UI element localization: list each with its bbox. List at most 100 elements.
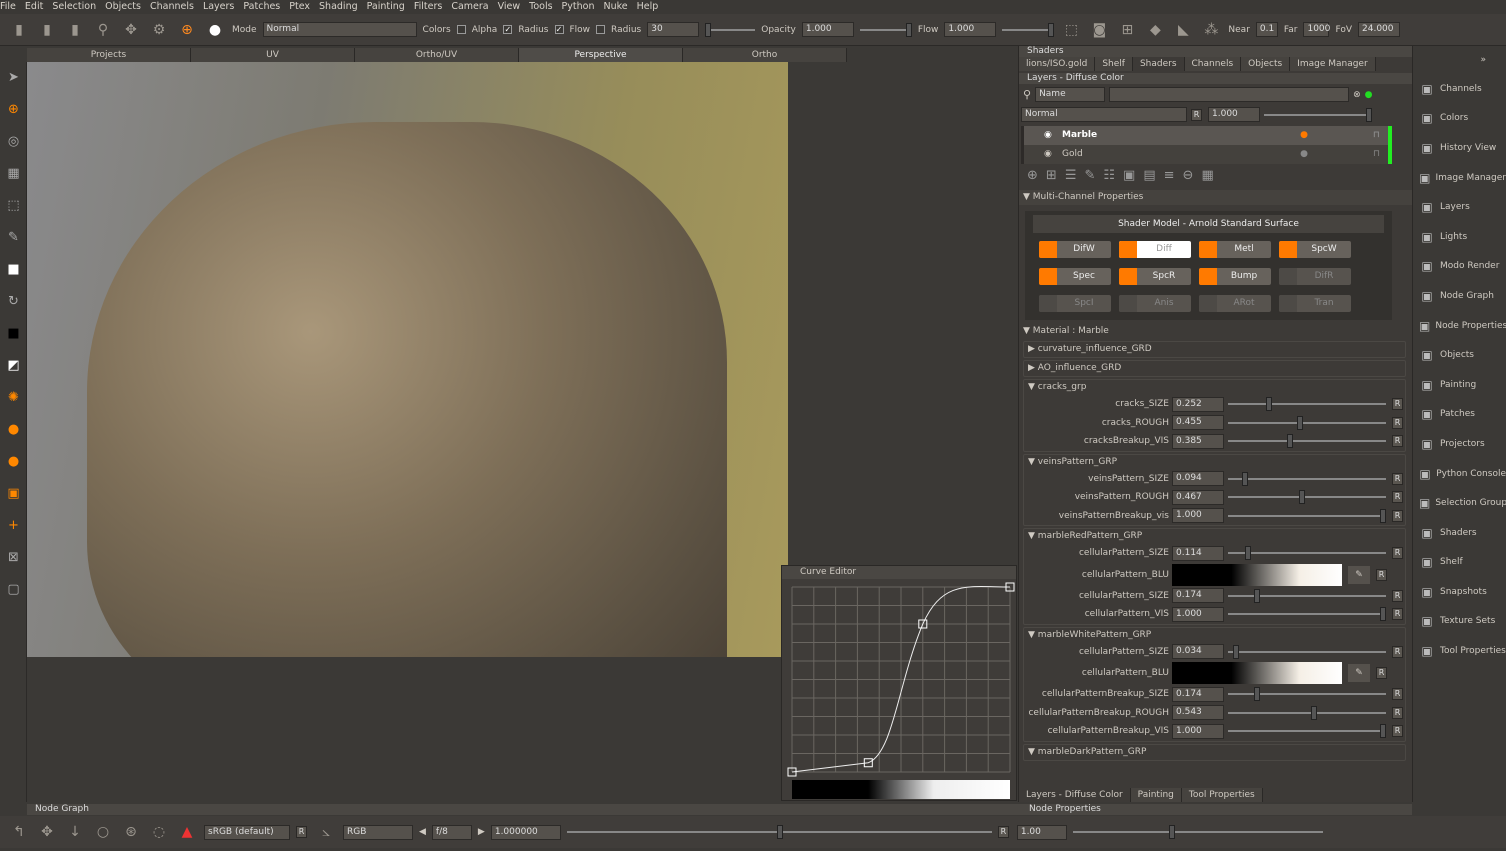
- property-value-input[interactable]: 0.174: [1172, 588, 1224, 604]
- property-slider[interactable]: [1228, 687, 1386, 702]
- slider-handle[interactable]: [1266, 397, 1273, 412]
- frame-icon[interactable]: ⊠: [0, 542, 27, 574]
- tab-uv[interactable]: UV: [191, 48, 355, 62]
- tab-ortho[interactable]: Ortho: [683, 48, 847, 62]
- slider-handle[interactable]: [1298, 490, 1305, 505]
- menu-python[interactable]: Python: [562, 0, 595, 14]
- settings-file-icon[interactable]: ⚙: [148, 20, 170, 40]
- channel-bump-button[interactable]: Bump: [1199, 268, 1271, 285]
- fit-icon[interactable]: ▢: [0, 574, 27, 606]
- property-slider[interactable]: [1228, 434, 1386, 449]
- radius-input[interactable]: 30: [647, 22, 700, 37]
- color-space-icon[interactable]: ▲: [176, 822, 198, 842]
- tab-ortho-uv[interactable]: Ortho/UV: [355, 48, 519, 62]
- select-tool-icon[interactable]: ➤: [0, 62, 27, 94]
- sidebar-item-texture-sets[interactable]: ▣ Texture Sets: [1413, 607, 1506, 637]
- property-slider[interactable]: [1228, 415, 1386, 430]
- layer-item[interactable]: ◉ Marble ● ⊓: [1024, 126, 1388, 145]
- fstop-input[interactable]: f/8: [431, 824, 472, 840]
- black-color-icon[interactable]: ■: [0, 318, 27, 350]
- sidebar-item-objects[interactable]: ▣ Objects: [1413, 340, 1506, 370]
- grid-tool-icon[interactable]: ▦: [0, 158, 27, 190]
- orange-sphere-icon[interactable]: ●: [0, 446, 27, 478]
- group-header[interactable]: ▼ marbleDarkPattern_GRP: [1024, 745, 1405, 760]
- channel-anis-button[interactable]: Anis: [1119, 295, 1191, 312]
- fstop-prev-icon[interactable]: ◀: [419, 827, 426, 837]
- slider-handle[interactable]: [1242, 471, 1249, 486]
- scatter-icon[interactable]: ⁂: [1200, 20, 1222, 40]
- color-pair-icon[interactable]: ◩: [0, 350, 27, 382]
- new-file-icon[interactable]: ▮: [8, 20, 30, 40]
- focus-icon[interactable]: ⊞: [1116, 20, 1138, 40]
- close-file-icon[interactable]: ▮: [36, 20, 58, 40]
- collapsed-group[interactable]: ▶ AO_influence_GRD: [1023, 360, 1406, 377]
- save-file-icon[interactable]: ▮: [64, 20, 86, 40]
- menu-nuke[interactable]: Nuke: [603, 0, 627, 14]
- menu-file[interactable]: File: [0, 0, 16, 14]
- transform-icon[interactable]: ⊛: [120, 822, 142, 842]
- curve-graph[interactable]: [782, 579, 1016, 802]
- sphere-tool-icon[interactable]: ●: [0, 414, 27, 446]
- panel-tab[interactable]: Tool Properties: [1181, 788, 1263, 802]
- slider-handle[interactable]: [1233, 644, 1240, 659]
- group-header[interactable]: ▶ curvature_influence_GRD: [1024, 342, 1405, 357]
- shaders-tab[interactable]: lions/ISO.gold: [1019, 57, 1096, 71]
- menu-shading[interactable]: Shading: [319, 0, 358, 14]
- slider-handle[interactable]: [1245, 546, 1252, 561]
- filter-input[interactable]: [1109, 87, 1350, 102]
- grid-icon[interactable]: ▦: [1201, 168, 1221, 183]
- channel-dropdown[interactable]: RGB: [343, 824, 413, 840]
- property-slider[interactable]: [1228, 546, 1386, 561]
- property-value-input[interactable]: 0.543: [1172, 705, 1224, 721]
- menu-help[interactable]: Help: [637, 0, 659, 14]
- group-header[interactable]: ▼ marbleWhitePattern_GRP: [1024, 628, 1405, 643]
- sidebar-item-lights[interactable]: ▣ Lights: [1413, 222, 1506, 252]
- reset-button[interactable]: R: [1376, 667, 1387, 679]
- sidebar-item-image-manager[interactable]: ▣ Image Manager: [1413, 163, 1506, 193]
- transform-icon[interactable]: +: [0, 510, 27, 542]
- layer-item[interactable]: ◉ Gold ● ⊓: [1024, 145, 1388, 164]
- sidebar-item-shelf[interactable]: ▣ Shelf: [1413, 548, 1506, 578]
- viewport-perspective[interactable]: [27, 62, 788, 657]
- property-slider[interactable]: [1228, 588, 1386, 603]
- picker-tool-icon[interactable]: ✎: [0, 222, 27, 254]
- property-slider[interactable]: [1228, 508, 1386, 523]
- sidebar-item-layers[interactable]: ▣ Layers: [1413, 192, 1506, 222]
- property-slider[interactable]: [1228, 607, 1386, 622]
- move-icon[interactable]: ✥: [36, 822, 58, 842]
- slider-handle[interactable]: [1254, 588, 1261, 603]
- gain-input[interactable]: 1.00: [1016, 824, 1067, 840]
- bounding-box-icon[interactable]: ⬚: [1060, 20, 1082, 40]
- layer-opacity-slider[interactable]: [1264, 107, 1372, 122]
- property-value-input[interactable]: 1.000: [1172, 606, 1224, 622]
- panel-tab[interactable]: Layers - Diffuse Color: [1019, 788, 1131, 802]
- camera-icon[interactable]: ◙: [1088, 20, 1110, 40]
- link-icon[interactable]: ⚲: [92, 20, 114, 40]
- menu-edit[interactable]: Edit: [25, 0, 43, 14]
- swap-icon[interactable]: ↻: [0, 286, 27, 318]
- sidebar-item-modo-render[interactable]: ▣ Modo Render: [1413, 252, 1506, 282]
- reset-button[interactable]: R: [1392, 706, 1403, 719]
- flow-checkbox[interactable]: ✓: [554, 25, 564, 34]
- projection-icon[interactable]: ◣: [1172, 20, 1194, 40]
- menu-painting[interactable]: Painting: [367, 0, 405, 14]
- sidebar-item-python-console[interactable]: ▣ Python Console: [1413, 459, 1506, 489]
- near-input[interactable]: 0.1: [1255, 22, 1278, 37]
- slider-handle[interactable]: [1254, 687, 1261, 702]
- property-value-input[interactable]: 0.252: [1172, 396, 1224, 412]
- shaders-tab[interactable]: Shaders: [1132, 57, 1185, 71]
- lasso-icon[interactable]: ◌: [148, 822, 170, 842]
- group-header[interactable]: ▼ marbleRedPattern_GRP: [1024, 529, 1405, 544]
- shaders-tab[interactable]: Channels: [1184, 57, 1242, 71]
- menu-patches[interactable]: Patches: [243, 0, 280, 14]
- menu-filters[interactable]: Filters: [414, 0, 442, 14]
- sidebar-item-projectors[interactable]: ▣ Projectors: [1413, 429, 1506, 459]
- ramp-edit-icon[interactable]: ✎: [1348, 565, 1370, 584]
- reset-button[interactable]: R: [1392, 547, 1403, 560]
- shaders-tab[interactable]: Image Manager: [1290, 57, 1376, 71]
- property-slider[interactable]: [1228, 490, 1386, 505]
- reset-button[interactable]: R: [1392, 435, 1403, 448]
- opacity-slider[interactable]: [859, 22, 912, 37]
- panel-tab[interactable]: Painting: [1130, 788, 1182, 802]
- lock-icon[interactable]: ⊓: [1373, 145, 1380, 164]
